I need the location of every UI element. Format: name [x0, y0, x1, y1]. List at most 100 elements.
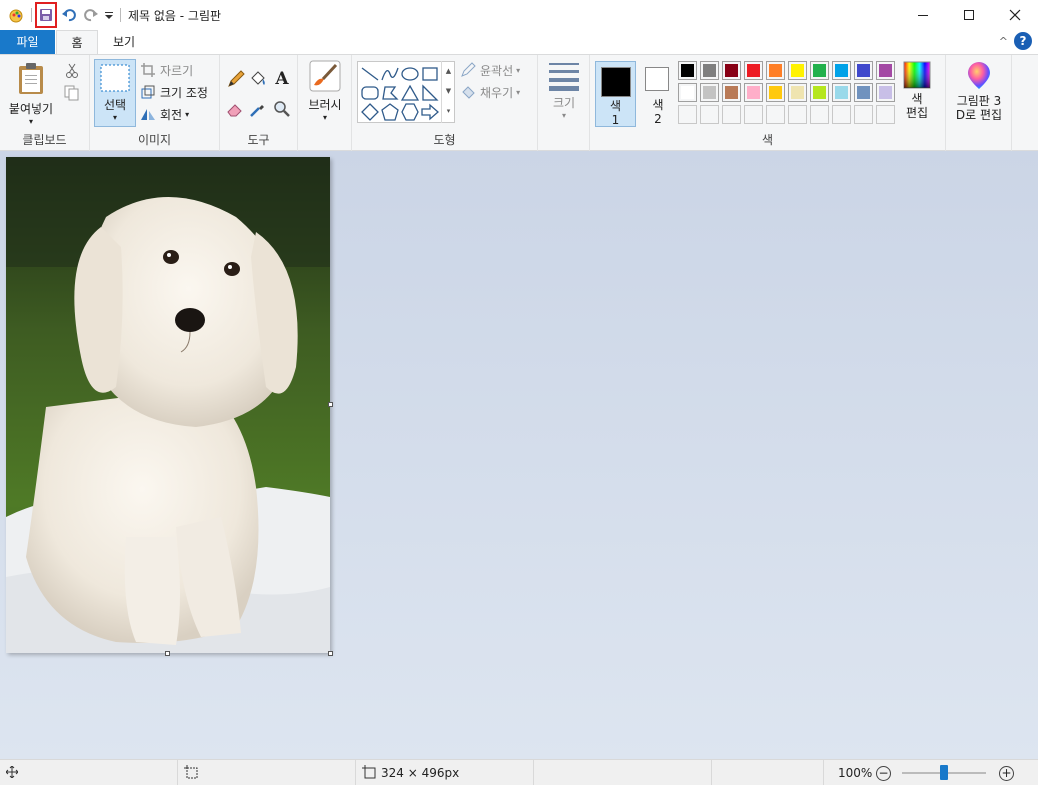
palette-color-swatch[interactable]	[678, 105, 697, 124]
palette-color-swatch[interactable]	[854, 61, 873, 80]
palette-color-swatch[interactable]	[766, 105, 785, 124]
customize-dropdown-icon[interactable]	[103, 4, 115, 26]
line-shape-icon[interactable]	[361, 65, 379, 83]
palette-color-swatch[interactable]	[854, 83, 873, 102]
fill-bucket-icon[interactable]	[248, 69, 268, 89]
palette-color-swatch[interactable]	[722, 61, 741, 80]
fill-dropdown-icon: ▾	[516, 87, 521, 97]
fill-label: 채우기	[480, 85, 514, 100]
palette-color-swatch[interactable]	[832, 105, 851, 124]
palette-color-swatch[interactable]	[744, 105, 763, 124]
palette-color-swatch[interactable]	[832, 83, 851, 102]
palette-color-swatch[interactable]	[678, 61, 697, 80]
copy-icon[interactable]	[62, 83, 82, 103]
resize-button[interactable]: 크기 조정	[140, 82, 208, 102]
redo-icon[interactable]	[81, 4, 101, 26]
window-title: 제목 없음 - 그림판	[128, 8, 222, 23]
palette-color-swatch[interactable]	[788, 105, 807, 124]
file-size	[534, 760, 712, 785]
pencil-icon[interactable]	[226, 69, 246, 89]
palette-color-swatch[interactable]	[766, 61, 785, 80]
status-spacer	[712, 760, 824, 785]
crop-icon	[140, 62, 156, 78]
palette-color-swatch[interactable]	[876, 61, 895, 80]
palette-color-swatch[interactable]	[722, 83, 741, 102]
collapse-ribbon-icon[interactable]: ^	[999, 35, 1008, 48]
crop-label: 자르기	[160, 63, 194, 78]
palette-color-swatch[interactable]	[700, 105, 719, 124]
help-icon[interactable]: ?	[1014, 32, 1032, 50]
hexagon-shape-icon[interactable]	[401, 103, 419, 121]
tab-home[interactable]: 홈	[56, 30, 98, 55]
palette-color-swatch[interactable]	[854, 105, 873, 124]
drawing-canvas[interactable]	[6, 157, 330, 653]
palette-color-swatch[interactable]	[744, 61, 763, 80]
rotate-label: 회전	[160, 107, 183, 122]
palette-color-swatch[interactable]	[722, 105, 741, 124]
app-icon[interactable]	[6, 4, 26, 26]
palette-color-swatch[interactable]	[700, 83, 719, 102]
zoom-in-icon[interactable]: +	[999, 766, 1014, 781]
resize-handle-bottom[interactable]	[165, 651, 170, 656]
magnifier-icon[interactable]	[272, 99, 292, 119]
palette-color-swatch[interactable]	[744, 83, 763, 102]
curve-shape-icon[interactable]	[381, 65, 399, 83]
zoom-slider-thumb[interactable]	[940, 765, 948, 780]
palette-color-swatch[interactable]	[700, 61, 719, 80]
close-icon[interactable]	[992, 0, 1038, 30]
rounded-rectangle-shape-icon[interactable]	[361, 84, 379, 102]
color2-button[interactable]: 색 2	[639, 61, 677, 127]
tab-view[interactable]: 보기	[102, 30, 146, 54]
scissors-icon[interactable]	[62, 61, 82, 81]
shapes-group: ▲ ▼ ▾ 윤곽선 ▾ 채우기 ▾ 도형	[352, 55, 538, 151]
rectangle-shape-icon[interactable]	[421, 65, 439, 83]
right-triangle-shape-icon[interactable]	[421, 84, 439, 102]
outline-button[interactable]: 윤곽선 ▾	[460, 60, 520, 80]
color2-label: 색	[652, 98, 664, 112]
maximize-icon[interactable]	[946, 0, 992, 30]
palette-color-swatch[interactable]	[810, 83, 829, 102]
palette-color-swatch[interactable]	[876, 83, 895, 102]
pentagon-shape-icon[interactable]	[381, 103, 399, 121]
edit-colors-button[interactable]: 색 편집	[898, 61, 936, 127]
brushes-group: 브러시 ▾	[298, 55, 352, 151]
selection-size	[178, 760, 356, 785]
arrow-shape-icon[interactable]	[421, 103, 439, 121]
polygon-shape-icon[interactable]	[381, 84, 399, 102]
edit-with-paint3d-button[interactable]: 그림판 3 D로 편집	[950, 61, 1008, 127]
palette-color-swatch[interactable]	[788, 61, 807, 80]
size-button[interactable]: 크기 ▾	[542, 61, 586, 127]
palette-color-swatch[interactable]	[766, 83, 785, 102]
tools-group-label: 도구	[247, 133, 270, 147]
palette-color-swatch[interactable]	[832, 61, 851, 80]
palette-color-swatch[interactable]	[678, 83, 697, 102]
minimize-icon[interactable]	[900, 0, 946, 30]
diamond-shape-icon[interactable]	[361, 103, 379, 121]
select-button[interactable]: 선택 ▾	[94, 59, 136, 127]
palette-color-swatch[interactable]	[810, 105, 829, 124]
resize-handle-right[interactable]	[328, 402, 333, 407]
triangle-shape-icon[interactable]	[401, 84, 419, 102]
save-icon[interactable]	[35, 2, 57, 28]
tab-file[interactable]: 파일	[0, 30, 55, 54]
select-rectangle-icon	[100, 64, 130, 92]
crop-button[interactable]: 자르기	[140, 60, 193, 80]
paint3d-icon	[968, 62, 990, 89]
palette-color-swatch[interactable]	[876, 105, 895, 124]
zoom-out-icon[interactable]: −	[876, 766, 891, 781]
color1-button[interactable]: 색 1	[595, 61, 636, 127]
palette-color-swatch[interactable]	[788, 83, 807, 102]
rotate-button[interactable]: 회전 ▾	[140, 104, 189, 124]
fill-button[interactable]: 채우기 ▾	[460, 82, 520, 102]
text-icon[interactable]: A	[272, 69, 292, 89]
paste-button[interactable]: 붙여넣기 ▾	[6, 61, 56, 127]
shapes-scrollbar[interactable]: ▲ ▼ ▾	[441, 61, 455, 123]
oval-shape-icon[interactable]	[401, 65, 419, 83]
resize-handle-corner[interactable]	[328, 651, 333, 656]
undo-icon[interactable]	[59, 4, 79, 26]
title-bar: 제목 없음 - 그림판	[0, 0, 1038, 30]
color-picker-icon[interactable]	[248, 99, 268, 119]
brushes-button[interactable]: 브러시 ▾	[302, 59, 348, 127]
eraser-icon[interactable]	[226, 99, 246, 119]
palette-color-swatch[interactable]	[810, 61, 829, 80]
